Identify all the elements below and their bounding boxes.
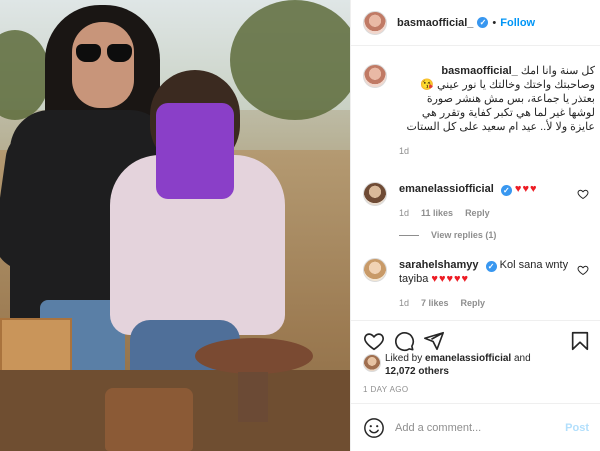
- verified-badge-icon: ✓: [477, 17, 489, 28]
- liked-by-prefix: Liked by: [385, 353, 426, 364]
- caption: basmaofficial_ كل سنة وانا امك وصاحبتك و…: [363, 64, 595, 158]
- comment-likes[interactable]: 7 likes: [421, 296, 449, 310]
- photo-sunglasses: [76, 44, 132, 64]
- photo-bucket: [105, 388, 193, 451]
- reply-button[interactable]: Reply: [465, 206, 490, 220]
- likes-count[interactable]: 12,072 others: [385, 366, 449, 377]
- face-blur-overlay: [156, 103, 234, 199]
- liker-avatar[interactable]: [363, 354, 381, 372]
- reply-button[interactable]: Reply: [461, 296, 486, 310]
- post-header: basmaofficial_ ✓ • Follow: [351, 0, 600, 46]
- comment-hearts: ♥♥♥♥♥: [431, 273, 470, 285]
- header-separator: •: [492, 16, 497, 29]
- view-replies-label[interactable]: View replies (1): [431, 230, 496, 240]
- caption-avatar[interactable]: [363, 64, 387, 88]
- like-comment-heart-icon[interactable]: [577, 264, 589, 276]
- comment-item: emanelassiofficial ✓ ♥♥♥ 1d 11 likes Rep…: [363, 182, 595, 220]
- photo-pottery-wheel: [195, 338, 313, 374]
- view-replies-button[interactable]: View replies (1): [399, 230, 496, 240]
- author-avatar[interactable]: [363, 10, 387, 35]
- post-detail-panel: basmaofficial_ ✓ • Follow basmaofficial_…: [350, 0, 600, 451]
- likes-summary: Liked by emanelassiofficial and 12,072 o…: [363, 352, 595, 378]
- commenter-avatar[interactable]: [363, 258, 387, 282]
- comment-likes[interactable]: 11 likes: [421, 206, 453, 220]
- emoji-icon[interactable]: [363, 417, 385, 439]
- comment-age: 1d: [399, 298, 410, 308]
- verified-badge-icon: ✓: [500, 185, 512, 196]
- comment-body: emanelassiofficial ✓ ♥♥♥: [399, 182, 595, 196]
- comment-input[interactable]: [395, 421, 566, 434]
- comment-age: 1d: [399, 208, 410, 218]
- commenter-username[interactable]: emanelassiofficial: [399, 183, 494, 195]
- post-comment-button[interactable]: Post: [565, 422, 589, 434]
- photo-wheel-stand: [238, 372, 268, 422]
- heart-icon[interactable]: [363, 330, 385, 352]
- photo-tree: [230, 0, 350, 120]
- comment-body: sarahelshamyy ✓ Kol sana wnty tayiba ♥♥♥…: [399, 258, 595, 286]
- caption-username[interactable]: basmaofficial_: [441, 65, 517, 77]
- author-username[interactable]: basmaofficial_: [397, 17, 473, 29]
- liked-by-joiner: and: [511, 353, 531, 364]
- comment-icon[interactable]: [393, 330, 415, 352]
- caption-meta: 1d: [399, 144, 595, 158]
- comment-item: sarahelshamyy ✓ Kol sana wnty tayiba ♥♥♥…: [363, 258, 595, 310]
- comments-list[interactable]: basmaofficial_ كل سنة وانا امك وصاحبتك و…: [351, 46, 600, 320]
- add-comment-bar: Post: [351, 403, 600, 451]
- view-replies-line: [399, 234, 419, 236]
- comment-meta: 1d 7 likes Reply: [399, 296, 595, 310]
- post-photo[interactable]: [0, 0, 350, 451]
- commenter-username[interactable]: sarahelshamyy: [399, 259, 479, 271]
- verified-badge-icon: ✓: [485, 261, 497, 272]
- commenter-avatar[interactable]: [363, 182, 387, 206]
- comment-meta: 1d 11 likes Reply: [399, 206, 595, 220]
- caption-body: basmaofficial_ كل سنة وانا امك وصاحبتك و…: [399, 64, 595, 134]
- post-timestamp[interactable]: 1 DAY AGO: [363, 385, 409, 394]
- liked-by-user[interactable]: emanelassiofficial: [425, 353, 511, 364]
- like-comment-heart-icon[interactable]: [577, 188, 589, 200]
- photo-woman-face: [72, 22, 134, 108]
- comment-text: ♥♥♥: [514, 183, 538, 195]
- bookmark-icon[interactable]: [569, 330, 591, 352]
- follow-button[interactable]: Follow: [500, 17, 535, 29]
- share-icon[interactable]: [423, 330, 445, 352]
- caption-age: 1d: [399, 146, 410, 156]
